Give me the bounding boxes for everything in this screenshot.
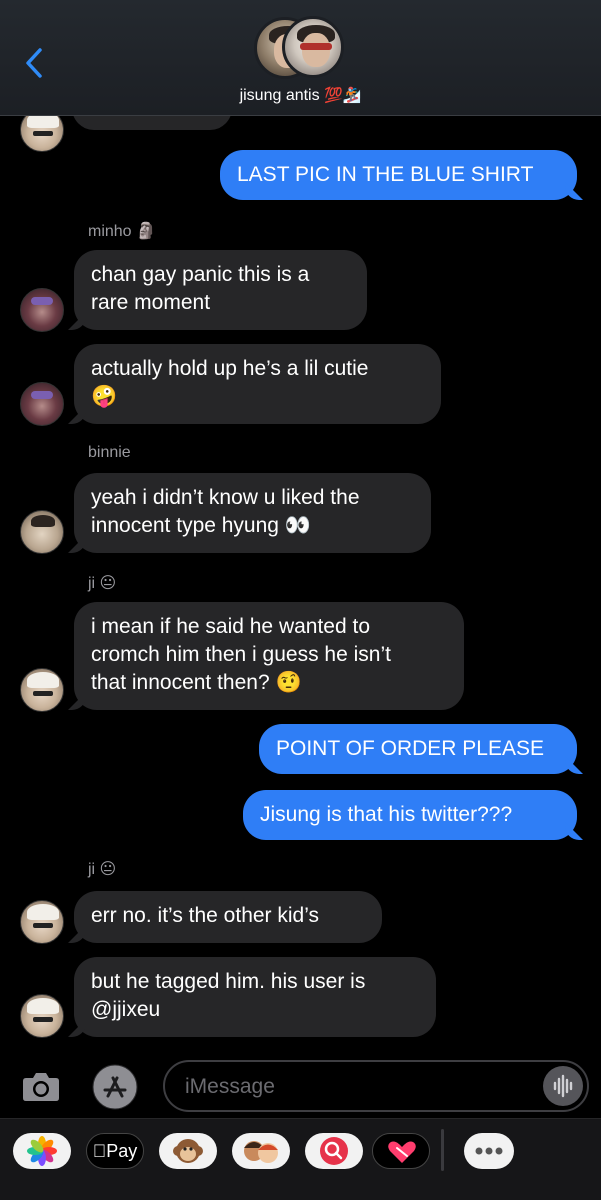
sender-name: minho 🗿 (88, 223, 156, 240)
memoji-app-button[interactable] (232, 1133, 290, 1169)
message-input[interactable] (185, 1072, 545, 1102)
group-avatar-stack[interactable] (254, 16, 348, 80)
drawer-divider (441, 1129, 444, 1171)
message-bubble-incoming[interactable]: i mean if he said he wanted to cromch hi… (74, 602, 464, 710)
group-name-emoji: 💯🏂 (324, 87, 362, 104)
message-bubble-incoming[interactable]: actually hold up he’s a lil cutie 🤪 (74, 344, 441, 424)
message-bubble-partial[interactable] (72, 116, 232, 130)
sender-avatar (20, 994, 64, 1038)
photos-icon (27, 1136, 57, 1166)
back-button[interactable] (22, 46, 48, 80)
group-name[interactable]: jisung antis 💯🏂 (0, 86, 601, 105)
message-bubble-incoming[interactable]: but he tagged him. his user is @jjixeu (74, 957, 436, 1037)
camera-icon (23, 1073, 59, 1101)
sender-name: ji 😐 (88, 861, 117, 878)
compose-bar (0, 1054, 601, 1118)
group-member-avatar (282, 16, 344, 78)
sender-name: binnie (88, 444, 131, 461)
group-name-text: jisung antis (239, 87, 320, 104)
more-apps-button[interactable] (464, 1133, 514, 1169)
imessage-app-drawer: Pay (0, 1118, 601, 1200)
camera-button[interactable] (20, 1066, 62, 1106)
monkey-memoji-app-button[interactable] (159, 1133, 217, 1169)
monkey-memoji-icon (173, 1139, 203, 1163)
more-icon (475, 1147, 503, 1155)
conversation-header: jisung antis 💯🏂 (0, 0, 601, 116)
app-store-button[interactable] (92, 1064, 138, 1110)
apple-pay-icon:  (93, 1141, 107, 1161)
sender-name: ji 😐 (88, 575, 117, 592)
digital-touch-app-button[interactable] (372, 1133, 430, 1169)
image-search-icon (320, 1137, 348, 1165)
sender-avatar (20, 382, 64, 426)
memoji-icon (244, 1141, 278, 1163)
image-search-app-button[interactable] (305, 1133, 363, 1169)
message-thread[interactable]: LAST PIC IN THE BLUE SHIRT minho 🗿 chan … (0, 116, 601, 1054)
message-bubble-outgoing[interactable]: Jisung is that his twitter??? (243, 790, 577, 840)
digital-touch-icon (388, 1141, 416, 1163)
audio-message-button[interactable] (543, 1066, 583, 1106)
apple-pay-app-button[interactable]: Pay (86, 1133, 144, 1169)
message-bubble-outgoing[interactable]: POINT OF ORDER PLEASE (259, 724, 577, 774)
chevron-left-icon (26, 48, 42, 78)
sender-avatar (20, 116, 64, 152)
message-bubble-outgoing[interactable]: LAST PIC IN THE BLUE SHIRT (220, 150, 577, 200)
sender-avatar (20, 510, 64, 554)
message-input-field[interactable] (163, 1060, 589, 1112)
message-bubble-incoming[interactable]: yeah i didn’t know u liked the innocent … (74, 473, 431, 553)
apple-pay-label: Pay (99, 1141, 137, 1161)
photos-app-button[interactable] (13, 1133, 71, 1169)
sender-avatar (20, 668, 64, 712)
app-store-icon (92, 1064, 138, 1110)
message-bubble-incoming[interactable]: err no. it’s the other kid’s (74, 891, 382, 943)
sender-avatar (20, 900, 64, 944)
sender-avatar (20, 288, 64, 332)
message-bubble-incoming[interactable]: chan gay panic this is a rare moment (74, 250, 367, 330)
audio-waveform-icon (553, 1074, 573, 1098)
